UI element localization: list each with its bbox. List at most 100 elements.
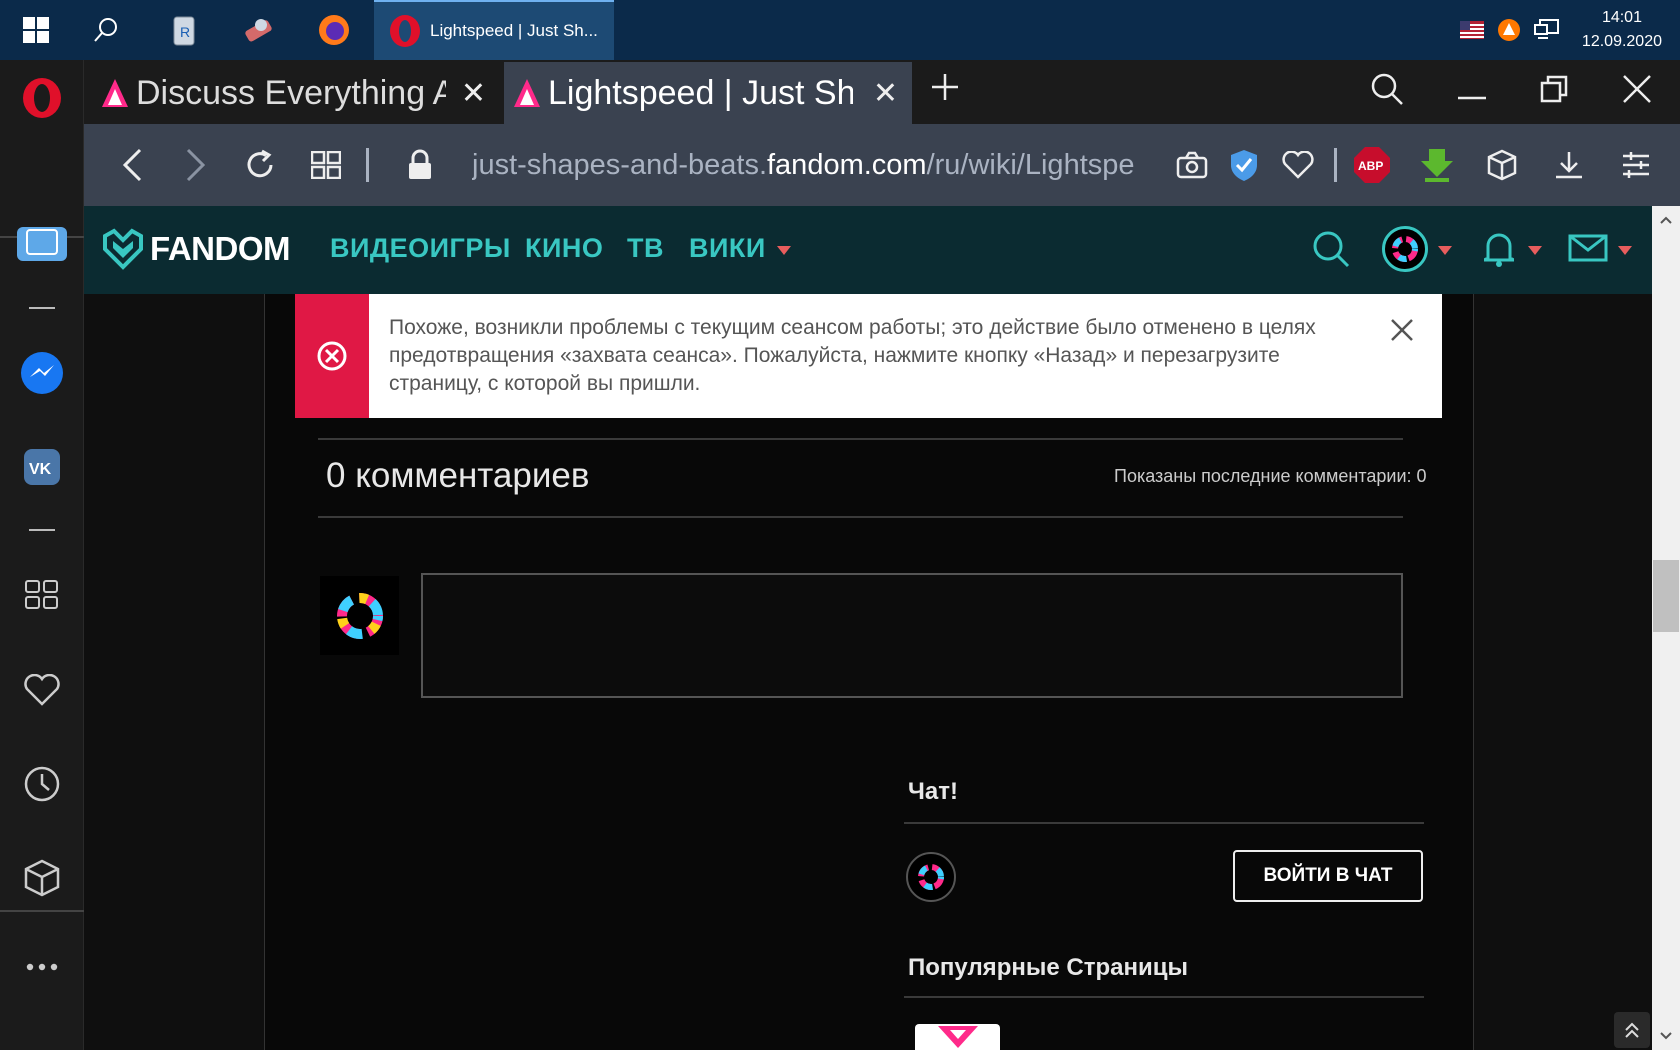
opera-sidebar: VK xyxy=(0,60,84,1050)
fandom-logo[interactable]: FANDOM xyxy=(102,228,291,270)
scroll-to-top-button[interactable] xyxy=(1614,1012,1650,1048)
popular-pages-title: Популярные Страницы xyxy=(908,954,1188,981)
url-field[interactable]: just-shapes-and-beats.fandom.com/ru/wiki… xyxy=(472,144,1152,186)
opera-icon xyxy=(390,15,420,47)
svg-text:R: R xyxy=(180,24,190,40)
close-tab-icon[interactable]: ✕ xyxy=(873,76,898,111)
nav-videogames[interactable]: ВИДЕОИГРЫ xyxy=(330,233,511,264)
url-domain: fandom.com xyxy=(767,149,927,181)
extensions-cube-icon[interactable] xyxy=(0,848,84,908)
new-tab-icon[interactable] xyxy=(930,72,960,107)
scroll-down-arrow-icon[interactable] xyxy=(1660,1032,1672,1040)
forward-icon[interactable] xyxy=(176,146,216,184)
close-tab-icon[interactable]: ✕ xyxy=(461,76,486,111)
adblock-plus-icon[interactable]: ABP xyxy=(1352,146,1392,184)
back-icon[interactable] xyxy=(112,146,152,184)
fandom-logo-text: FANDOM xyxy=(150,230,291,267)
fandom-search-icon[interactable] xyxy=(1312,230,1350,268)
tab-search-icon[interactable] xyxy=(1370,72,1404,111)
system-clock[interactable]: 14:01 12.09.2020 xyxy=(1582,6,1662,54)
svg-text:VK: VK xyxy=(29,461,52,478)
fandom-header: FANDOM ВИДЕОИГРЫ КИНО ТВ ВИКИ xyxy=(84,206,1652,294)
window-close-icon[interactable] xyxy=(1622,74,1652,109)
messenger-icon[interactable] xyxy=(0,343,84,403)
wikis-dropdown-icon[interactable] xyxy=(777,246,791,255)
divider xyxy=(904,996,1424,998)
fandom-heart-icon xyxy=(103,228,143,270)
join-chat-button[interactable]: ВОЙТИ В ЧАТ xyxy=(1233,850,1423,902)
messages-dropdown-icon[interactable] xyxy=(1618,246,1632,255)
scrollbar-thumb[interactable] xyxy=(1653,560,1679,632)
easy-setup-icon[interactable] xyxy=(1616,146,1656,184)
notifications-bell-icon[interactable] xyxy=(1484,230,1514,268)
history-clock-icon[interactable] xyxy=(0,754,84,814)
error-icon-panel xyxy=(295,294,369,418)
bookmark-heart-icon[interactable] xyxy=(1278,146,1318,184)
avatar-ring-icon xyxy=(1392,236,1418,262)
downloads-icon[interactable] xyxy=(1549,146,1589,184)
app-icon[interactable] xyxy=(226,0,290,60)
web-page: FANDOM ВИДЕОИГРЫ КИНО ТВ ВИКИ Похоже, во… xyxy=(84,206,1652,1050)
chat-user-avatar[interactable] xyxy=(906,852,956,902)
notifications-dropdown-icon[interactable] xyxy=(1528,246,1542,255)
snapshot-camera-icon[interactable] xyxy=(1172,146,1212,184)
banner-close-icon[interactable] xyxy=(1390,318,1414,342)
network-icon[interactable] xyxy=(1534,19,1560,41)
popular-page-thumbnail[interactable] xyxy=(915,1024,1000,1050)
pink-triangle-icon xyxy=(937,1026,978,1048)
recycle-bin-icon[interactable]: R xyxy=(152,0,216,60)
secure-lock-icon[interactable] xyxy=(402,146,438,184)
nav-tv[interactable]: ТВ xyxy=(627,233,664,264)
minimize-icon[interactable] xyxy=(1458,88,1486,106)
avatar-ring-icon xyxy=(918,864,944,890)
user-avatar[interactable] xyxy=(1382,226,1428,272)
clock-date: 12.09.2020 xyxy=(1581,33,1662,50)
url-prefix: just-shapes-and-beats. xyxy=(472,149,767,181)
download-extension-icon[interactable] xyxy=(1417,146,1457,184)
tab-title: Discuss Everything A xyxy=(136,73,446,112)
divider xyxy=(318,516,1403,518)
messages-envelope-icon[interactable] xyxy=(1568,234,1608,262)
vk-icon[interactable]: VK xyxy=(0,437,84,497)
nav-movies[interactable]: КИНО xyxy=(525,233,603,264)
tab-grid-icon[interactable] xyxy=(306,146,346,184)
speed-dial-icon[interactable] xyxy=(0,565,84,625)
firefox-icon[interactable] xyxy=(302,0,366,60)
svg-text:ABP: ABP xyxy=(1358,159,1383,173)
reload-icon[interactable] xyxy=(240,146,280,184)
scroll-up-arrow-icon[interactable] xyxy=(1660,216,1672,224)
windows-start-icon[interactable] xyxy=(4,0,68,60)
comments-count-title: 0 комментариев xyxy=(326,456,590,495)
workspace-icon[interactable] xyxy=(0,222,84,266)
extension-cube-icon[interactable] xyxy=(1482,146,1522,184)
error-message: Похоже, возникли проблемы с текущим сеан… xyxy=(389,316,1316,395)
avast-icon[interactable] xyxy=(1496,17,1522,43)
avatar-ring-icon xyxy=(336,592,383,639)
restore-icon[interactable] xyxy=(1540,75,1568,108)
windows-taskbar: R Lightspeed | Just Sh... 14:01 12.09.20… xyxy=(0,0,1680,60)
fandom-favicon-icon xyxy=(514,79,540,107)
system-tray xyxy=(1460,0,1560,60)
commenter-avatar xyxy=(320,576,399,655)
opera-menu-icon[interactable] xyxy=(0,68,84,128)
us-flag-icon[interactable] xyxy=(1460,21,1484,39)
taskbar-window-label: Lightspeed | Just Sh... xyxy=(430,21,598,40)
chat-title: Чат! xyxy=(908,778,958,805)
more-options-icon[interactable] xyxy=(0,937,84,997)
tab-discuss[interactable]: Discuss Everything A ✕ xyxy=(94,62,500,124)
session-error-banner: Похоже, возникли проблемы с текущим сеан… xyxy=(295,294,1442,418)
nav-wikis[interactable]: ВИКИ xyxy=(689,233,766,264)
user-dropdown-icon[interactable] xyxy=(1438,246,1452,255)
comments-shown-label: Показаны последние комментарии: 0 xyxy=(1114,466,1427,486)
error-x-circle-icon xyxy=(317,341,347,371)
address-bar: just-shapes-and-beats.fandom.com/ru/wiki… xyxy=(84,124,1680,206)
bookmarks-heart-icon[interactable] xyxy=(0,660,84,720)
tab-lightspeed[interactable]: Lightspeed | Just Sha ✕ xyxy=(504,62,912,124)
search-icon[interactable] xyxy=(74,0,138,60)
comment-input[interactable] xyxy=(421,573,1403,698)
shield-icon[interactable] xyxy=(1224,146,1264,184)
taskbar-opera-window[interactable]: Lightspeed | Just Sh... xyxy=(374,0,614,60)
clock-time: 14:01 xyxy=(1601,9,1642,26)
double-chevron-up-icon xyxy=(1625,1022,1639,1038)
url-path: /ru/wiki/Lightspe xyxy=(926,149,1135,181)
